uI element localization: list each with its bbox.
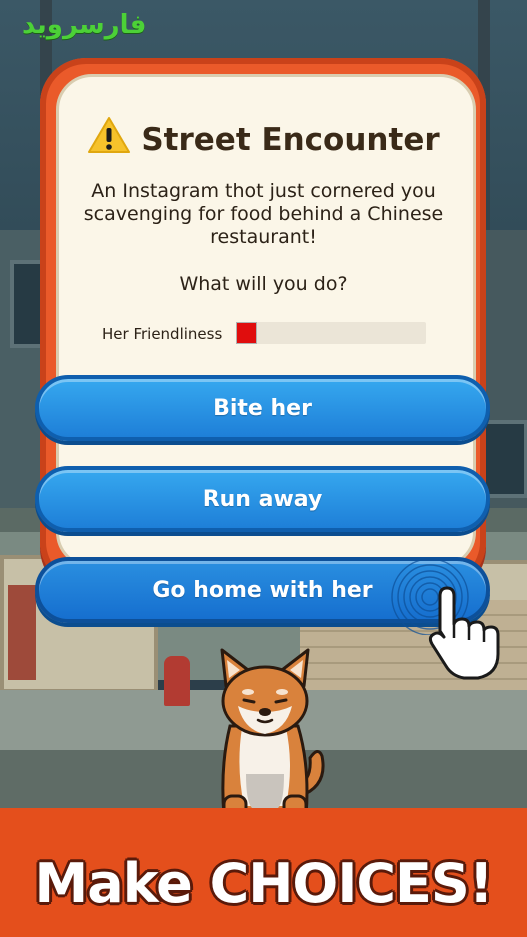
card-description: An Instagram thot just cornered you scav… [83, 180, 444, 248]
choice-label: Bite her [213, 395, 312, 421]
card-title-text: Street Encounter [141, 122, 440, 158]
friendliness-meter [236, 322, 426, 344]
promo-banner-text: Make CHOICES! [34, 852, 494, 915]
watermark-logo: فارسروید [22, 10, 147, 40]
choice-label: Run away [202, 486, 323, 512]
choice-label: Go home with her [152, 577, 373, 603]
warning-icon [88, 117, 131, 153]
choice-button-run-away[interactable]: Run away [35, 466, 490, 532]
friendliness-meter-fill [236, 322, 257, 344]
card-title: Street Encounter [0, 116, 527, 158]
card-question: What will you do? [179, 273, 348, 295]
friendliness-label: Her Friendliness [102, 325, 223, 343]
hand-pointer-icon [428, 586, 500, 680]
choice-button-bite-her[interactable]: Bite her [35, 375, 490, 441]
